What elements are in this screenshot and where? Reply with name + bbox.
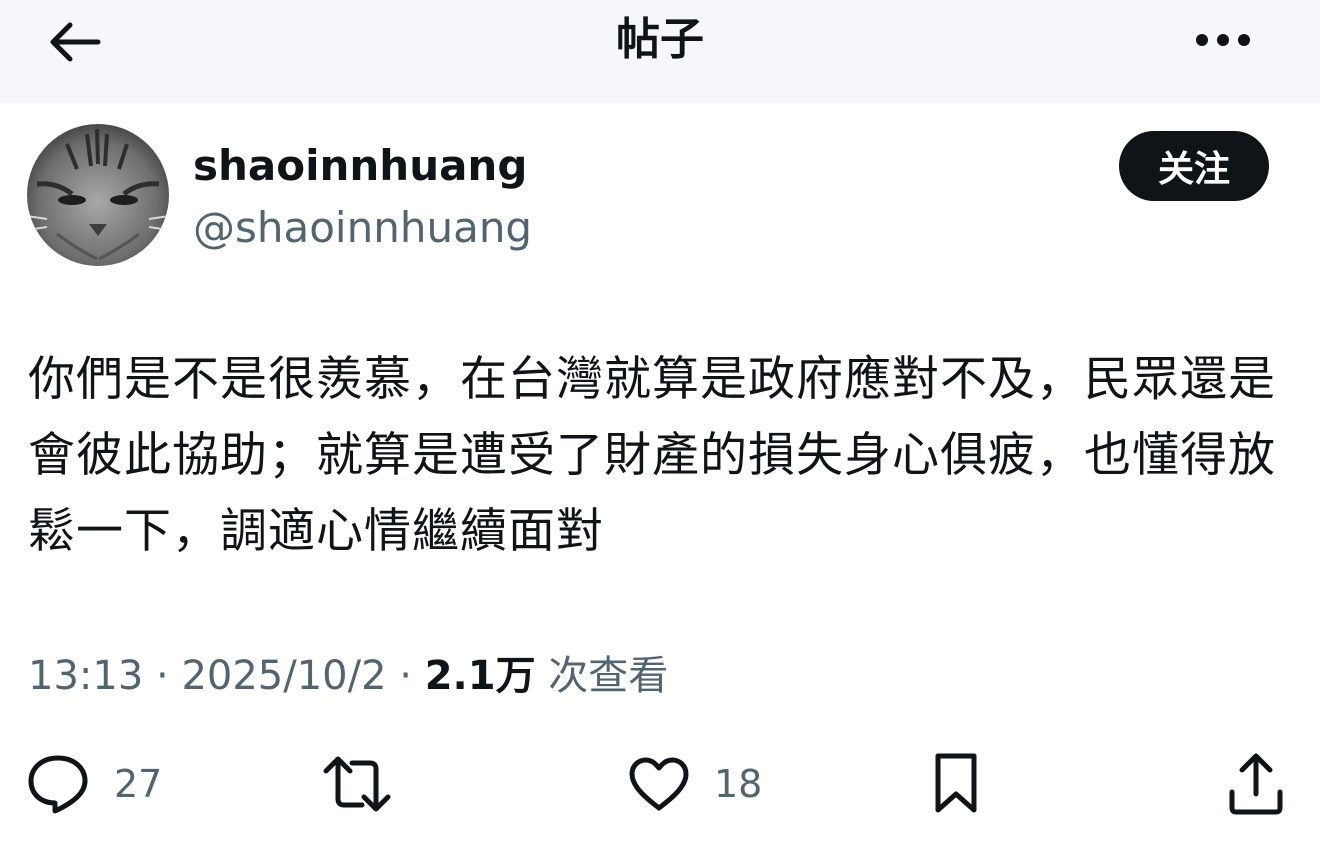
bookmark-icon	[935, 753, 977, 813]
arrow-left-icon	[50, 22, 101, 62]
author-display-name[interactable]: shaoinnhuang	[193, 138, 527, 194]
post-time[interactable]: 13:13	[28, 653, 143, 699]
reply-count: 27	[114, 762, 163, 806]
post-date[interactable]: 2025/10/2	[181, 653, 386, 699]
follow-button[interactable]: 关注	[1119, 131, 1269, 201]
like-count: 18	[714, 762, 763, 806]
retweet-button[interactable]	[322, 752, 416, 816]
cat-avatar-image	[27, 124, 169, 266]
more-horizontal-icon	[1196, 34, 1250, 46]
bookmark-button[interactable]	[928, 752, 984, 816]
retweet-icon	[323, 756, 391, 812]
reply-icon	[28, 755, 88, 814]
reply-button[interactable]: 27	[26, 752, 162, 816]
page-title: 帖子	[616, 14, 704, 65]
more-button[interactable]	[1188, 18, 1258, 62]
heart-icon	[629, 757, 689, 811]
back-button[interactable]	[42, 14, 106, 70]
views-count: 2.1万	[424, 653, 536, 699]
like-button[interactable]: 18	[628, 752, 762, 816]
author-handle[interactable]: @shaoinnhuang	[193, 200, 532, 256]
top-bar: 帖子	[0, 0, 1320, 103]
post-meta: 13:13 · 2025/10/2 · 2.1万 次查看	[28, 653, 669, 699]
share-icon	[1229, 753, 1283, 815]
avatar[interactable]	[27, 124, 169, 266]
post-text: 你們是不是很羨慕，在台灣就算是政府應對不及，民眾還是會彼此協助；就算是遭受了財產…	[28, 352, 1276, 559]
views-label: 次查看	[548, 653, 669, 699]
share-button[interactable]	[1224, 752, 1288, 816]
